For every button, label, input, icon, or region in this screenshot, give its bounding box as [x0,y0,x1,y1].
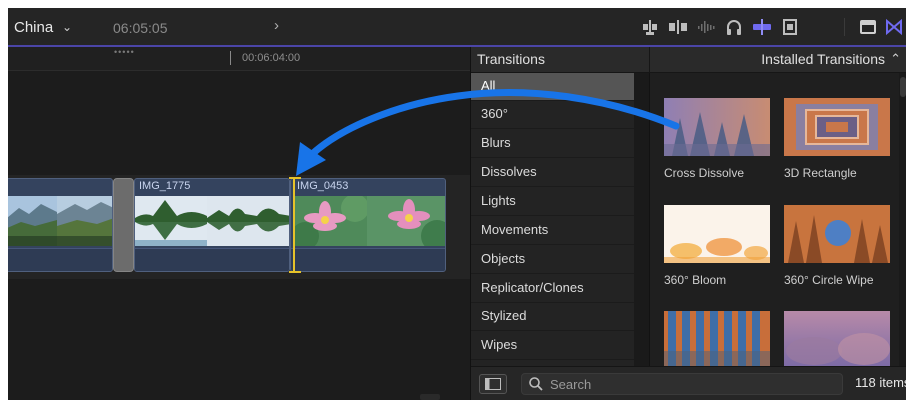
connect-clip-icon[interactable] [640,18,660,36]
timeline-scroll-handle[interactable] [420,394,440,400]
transition-icon[interactable] [884,18,904,36]
insert-clip-icon[interactable] [668,18,688,36]
film-icon[interactable] [780,18,800,36]
category-blurs[interactable]: Blurs [471,130,634,158]
clip-thumbnail [8,196,57,246]
sidebar-toggle-button[interactable] [479,374,507,394]
category-wipes[interactable]: Wipes [471,332,634,360]
scrollbar[interactable] [899,73,906,366]
installed-transitions-menu[interactable]: Installed Transitions [761,51,885,67]
clip-thumbnail [135,196,207,246]
headphones-icon[interactable] [724,18,744,36]
timecode-display: 06:05:05 [113,20,168,36]
category-dissolves[interactable]: Dissolves [471,159,634,187]
search-icon [529,377,543,391]
clip-name: IMG_0453 [297,180,349,192]
category-lights[interactable]: Lights [471,188,634,216]
transitions-grid: Cross Dissolve 3D Rectangle 360° Bloom 3… [650,73,906,366]
project-name[interactable]: China [14,19,53,36]
toolbar: China ⌄ 06:05:05 › [8,8,906,47]
ruler-tick [230,51,231,65]
audio-waveform-icon[interactable] [696,18,716,36]
search-input[interactable] [550,376,830,392]
snapping-icon[interactable] [752,18,772,36]
list-divider [634,73,650,366]
transitions-browser: Transitions Installed Transitions ⌃ All … [470,47,906,400]
clip-thumbnail [57,196,112,246]
tile-label: Cross Dissolve [664,166,745,180]
ruler-timecode: 00:06:04:00 [242,52,301,64]
transition-thumbnail [664,205,770,263]
clip-name: IMG_1775 [139,180,191,192]
clip-thumbnail [295,196,367,246]
transition-thumbnail [784,98,890,156]
category-all[interactable]: All [471,73,634,101]
category-list: All 360° Blurs Dissolves Lights Movement… [471,73,634,366]
browser-title: Transitions [477,51,545,67]
chevron-right-icon[interactable]: › [274,17,279,34]
window-icon[interactable] [858,18,878,36]
item-count: 118 items [855,375,906,390]
clip-thumbnail [367,196,445,246]
category-objects[interactable]: Objects [471,246,634,274]
transition-thumbnail [784,205,890,263]
search-field[interactable] [521,373,843,395]
scrollbar-thumb[interactable] [900,77,906,97]
header-divider [649,47,650,73]
clip-audio-lane [135,248,289,271]
transition-thumbnail [784,311,890,366]
app-window: China ⌄ 06:05:05 › ••••• 00:06:04:00 IMG… [8,8,906,400]
tile-label: 360° Circle Wipe [784,273,874,287]
clip-thumbnail [207,196,289,246]
chevron-updown-icon[interactable]: ⌃ [890,51,901,67]
timeline-clip-img-0453[interactable]: IMG_0453 [290,178,446,272]
timeline[interactable]: ••••• 00:06:04:00 IMG_1775 IMG_0453 [8,47,470,400]
category-360[interactable]: 360° [471,101,634,129]
category-movements[interactable]: Movements [471,217,634,245]
grip-icon[interactable]: ••••• [114,47,135,57]
tile-label: 3D Rectangle [784,166,857,180]
tile-label: 360° Bloom [664,273,727,287]
timeline-ruler[interactable]: ••••• 00:06:04:00 [8,47,470,71]
browser-header: Transitions Installed Transitions ⌃ [471,47,906,73]
browser-footer: 118 items [471,366,906,400]
timeline-clip-img-1775[interactable]: IMG_1775 [134,178,290,272]
edit-point-selection[interactable] [289,177,301,273]
chevron-down-icon[interactable]: ⌄ [62,20,72,34]
clip-audio-lane [8,248,112,271]
sidebar-icon [485,378,501,390]
transition-thumbnail [664,311,770,366]
clip-audio-lane [291,248,445,271]
transition-thumbnail [664,98,770,156]
toolbar-separator [844,18,845,36]
gap-clip[interactable] [113,178,134,272]
category-replicator-clones[interactable]: Replicator/Clones [471,275,634,303]
timeline-clip[interactable] [8,178,113,272]
category-stylized[interactable]: Stylized [471,303,634,331]
